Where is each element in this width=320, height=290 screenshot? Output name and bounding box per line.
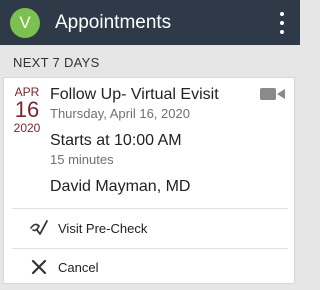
visit-pre-check-label: Visit Pre-Check [58,220,148,236]
date-block: APR 16 2020 [10,85,44,135]
app-bar: V Appointments [0,0,300,45]
visit-pre-check-button[interactable]: Visit Pre-Check [4,210,294,246]
appointment-start-time: Starts at 10:00 AM [50,132,182,149]
avatar[interactable]: V [10,7,40,38]
appointment-year: 2020 [13,121,41,135]
appointment-day: 16 [14,97,40,122]
provider-name: David Mayman, MD [50,178,191,195]
video-camera-icon [260,88,285,100]
pre-check-icon [28,218,50,238]
page-title: Appointments [55,11,172,33]
appointment-duration: 15 minutes [50,152,114,167]
close-icon [28,257,50,277]
more-vert-icon[interactable] [274,12,290,34]
appointment-date: Thursday, April 16, 2020 [50,106,190,121]
appointment-title: Follow Up- Virtual Evisit [50,86,219,103]
cancel-label: Cancel [58,259,99,275]
cancel-button[interactable]: Cancel [4,249,294,285]
appointment-card[interactable]: APR 16 2020 Follow Up- Virtual Evisit Th… [3,77,295,284]
appointment-details: Follow Up- Virtual Evisit Thursday, Apri… [50,86,290,196]
divider [12,208,288,209]
section-header: NEXT 7 DAYS [13,55,100,70]
